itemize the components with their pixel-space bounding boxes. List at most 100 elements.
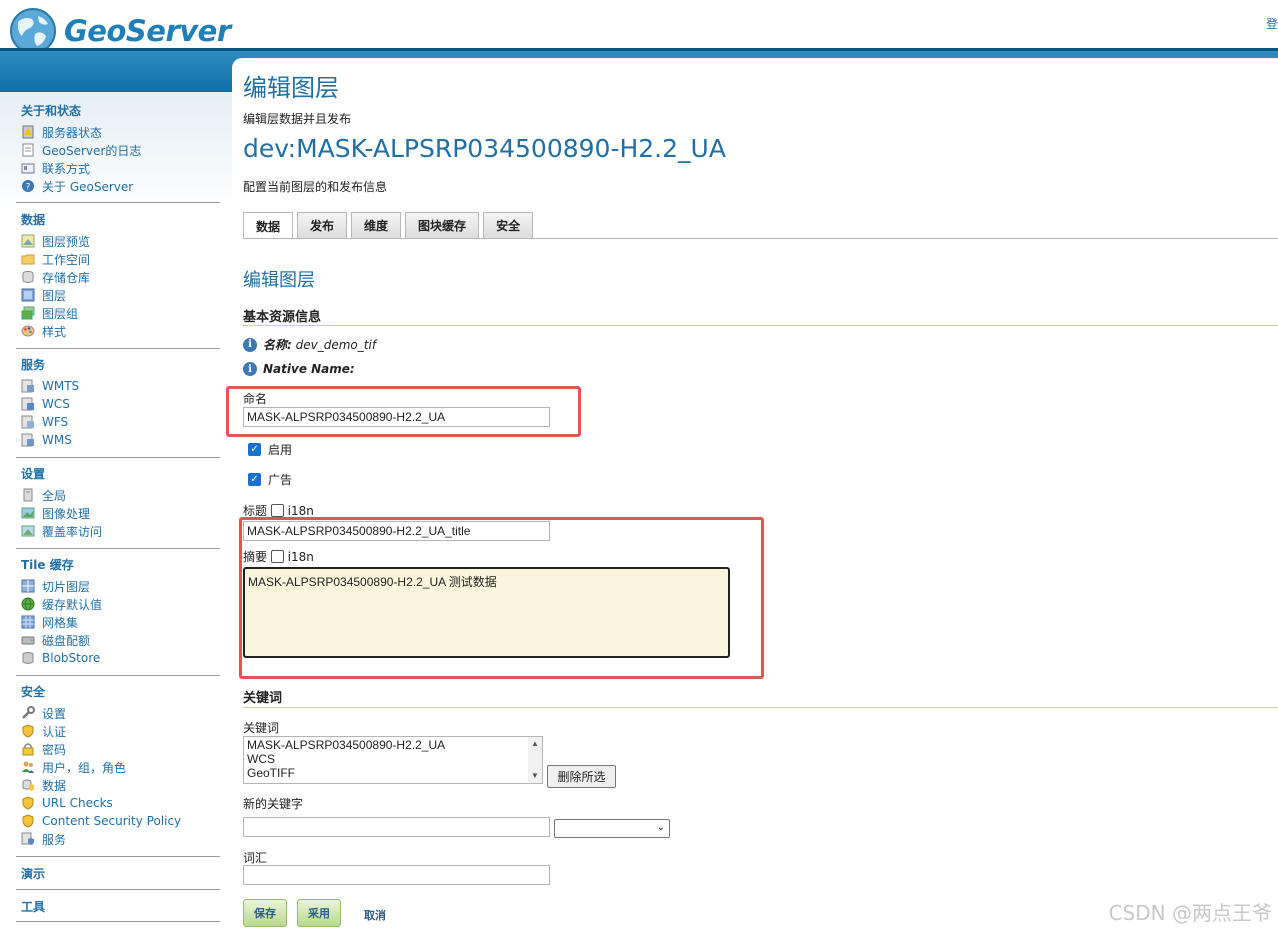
wfs-service-icon bbox=[21, 415, 34, 429]
sidebar-item-stores[interactable]: 存储仓库 bbox=[21, 268, 90, 286]
sidebar-item-layer-preview[interactable]: 图层预览 bbox=[21, 232, 90, 250]
keyword-option[interactable]: MASK-ALPSRP034500890-H2.2_UA bbox=[247, 738, 539, 752]
disk-quota-icon bbox=[21, 636, 35, 645]
info-icon: i bbox=[243, 362, 257, 376]
sidebar-item-coverage-access[interactable]: 覆盖率访问 bbox=[21, 522, 102, 540]
new-keyword-label: 新的关键字 bbox=[243, 797, 304, 811]
native-name-row: i Native Name: bbox=[243, 362, 355, 376]
advertised-label: 广告 bbox=[268, 473, 293, 487]
section-divider bbox=[243, 325, 1278, 326]
sidebar-section-demos[interactable]: 演示 bbox=[21, 865, 45, 882]
sidebar-item-layers[interactable]: 图层 bbox=[21, 286, 66, 304]
keyword-language-select[interactable]: ⌄ bbox=[554, 819, 670, 838]
sidebar-section-services: 服务 bbox=[21, 358, 46, 372]
keywords-scrollbar[interactable]: ▲ ▼ bbox=[528, 737, 542, 783]
sidebar-item-cache-defaults[interactable]: 缓存默认值 bbox=[21, 595, 102, 613]
new-keyword-input[interactable] bbox=[243, 817, 550, 837]
sidebar-item-image-processing[interactable]: 图像处理 bbox=[21, 504, 90, 522]
workspace-folder-icon bbox=[21, 254, 35, 265]
title-i18n-checkbox[interactable] bbox=[270, 504, 284, 517]
gridset-icon bbox=[21, 615, 35, 629]
global-settings-icon bbox=[23, 488, 33, 502]
advertised-row: ✓ 广告 bbox=[248, 471, 292, 488]
sidebar-item-disk-quota[interactable]: 磁盘配额 bbox=[21, 631, 90, 649]
vocabulary-input[interactable] bbox=[243, 865, 550, 885]
enabled-row: ✓ 启用 bbox=[248, 441, 292, 458]
wms-service-icon bbox=[21, 433, 34, 447]
advertised-checkbox[interactable]: ✓ bbox=[248, 473, 261, 486]
sidebar-section-tools[interactable]: 工具 bbox=[21, 898, 45, 915]
edit-layer-heading: 编辑图层 bbox=[243, 270, 315, 291]
keyword-option[interactable]: WCS bbox=[247, 752, 539, 766]
users-groups-icon bbox=[22, 761, 34, 773]
log-file-icon bbox=[22, 143, 34, 157]
sidebar-item-logs[interactable]: GeoServer的日志 bbox=[21, 141, 141, 159]
sidebar-item-content-security-policy[interactable]: Content Security Policy bbox=[21, 812, 181, 830]
sidebar-item-server-status[interactable]: 服务器状态 bbox=[21, 123, 102, 141]
cancel-link[interactable]: 取消 bbox=[364, 907, 386, 923]
sidebar-section-tile-cache: Tile 缓存 bbox=[21, 558, 74, 572]
layer-group-icon bbox=[21, 306, 35, 320]
keywords-listbox[interactable]: MASK-ALPSRP034500890-H2.2_UA WCS GeoTIFF… bbox=[243, 736, 543, 784]
sidebar-divider bbox=[16, 548, 220, 549]
keywords-label: 关键词 bbox=[243, 721, 280, 735]
sidebar-section-about: 关于和状态 bbox=[21, 104, 82, 118]
sidebar-item-url-checks[interactable]: URL Checks bbox=[21, 794, 113, 812]
tab-data[interactable]: 数据 bbox=[243, 212, 294, 239]
sidebar-item-passwords[interactable]: 密码 bbox=[21, 740, 66, 758]
sidebar-item-wms[interactable]: WMS bbox=[21, 431, 72, 449]
sidebar-item-service-security[interactable]: 服务 bbox=[21, 830, 66, 848]
sidebar-item-wmts[interactable]: WMTS bbox=[21, 377, 79, 395]
section-divider bbox=[243, 707, 1278, 708]
sidebar-item-wcs[interactable]: WCS bbox=[21, 395, 70, 413]
sidebar-divider bbox=[16, 921, 220, 922]
sidebar-item-layer-groups[interactable]: 图层组 bbox=[21, 304, 78, 322]
server-status-icon bbox=[22, 125, 34, 139]
svg-text:?: ? bbox=[26, 183, 31, 193]
wmts-service-icon bbox=[21, 379, 34, 393]
sidebar-item-workspaces[interactable]: 工作空间 bbox=[21, 250, 90, 268]
remove-selected-button[interactable]: 删除所选 bbox=[547, 765, 616, 788]
sidebar-item-wfs[interactable]: WFS bbox=[21, 413, 68, 431]
sidebar-item-gridsets[interactable]: 网格集 bbox=[21, 613, 78, 631]
sidebar-item-users-groups-roles[interactable]: 用户，组，角色 bbox=[21, 758, 126, 776]
sidebar-item-authentication[interactable]: 认证 bbox=[21, 722, 66, 740]
sidebar-item-about[interactable]: ? 关于 GeoServer bbox=[21, 177, 133, 195]
sidebar-item-contact[interactable]: 联系方式 bbox=[21, 159, 90, 177]
sidebar-item-blobstore[interactable]: BlobStore bbox=[21, 649, 100, 667]
chevron-down-icon: ⌄ bbox=[656, 822, 665, 833]
tab-publishing[interactable]: 发布 bbox=[297, 212, 348, 238]
service-security-icon bbox=[21, 832, 34, 845]
save-button[interactable]: 保存 bbox=[243, 899, 287, 927]
cache-defaults-globe-icon bbox=[21, 597, 35, 611]
sidebar-item-styles[interactable]: 样式 bbox=[21, 322, 66, 340]
contact-card-icon bbox=[21, 163, 35, 174]
tab-tile-caching[interactable]: 图块缓存 bbox=[405, 212, 480, 238]
tab-security[interactable]: 安全 bbox=[483, 212, 534, 238]
tab-dimensions[interactable]: 维度 bbox=[351, 212, 402, 238]
layer-icon bbox=[21, 288, 35, 302]
info-icon: i bbox=[243, 337, 257, 352]
highlight-box-naming bbox=[226, 386, 581, 437]
sidebar-item-global[interactable]: 全局 bbox=[21, 486, 66, 504]
sidebar-item-tile-layers[interactable]: 切片图层 bbox=[21, 577, 90, 595]
sidebar-section-settings: 设置 bbox=[21, 467, 46, 481]
scroll-up-arrow-icon[interactable]: ▲ bbox=[531, 739, 539, 748]
layer-name-heading: dev:MASK-ALPSRP034500890-H2.2_UA bbox=[243, 134, 726, 163]
data-security-icon bbox=[22, 779, 34, 791]
sidebar-item-security-settings[interactable]: 设置 bbox=[21, 704, 66, 722]
keywords-heading: 关键词 bbox=[243, 691, 283, 706]
basic-info-heading: 基本资源信息 bbox=[243, 310, 322, 325]
sidebar-divider bbox=[16, 348, 220, 349]
vocabulary-label: 词汇 bbox=[243, 851, 268, 865]
layer-preview-icon bbox=[21, 234, 35, 248]
page-title: 编辑图层 bbox=[243, 74, 339, 102]
keyword-option[interactable]: GeoTIFF bbox=[247, 766, 539, 780]
security-settings-wrench-icon bbox=[22, 706, 35, 719]
apply-button[interactable]: 采用 bbox=[297, 899, 341, 927]
login-link[interactable]: 登 bbox=[1266, 15, 1278, 32]
sidebar-item-data-security[interactable]: 数据 bbox=[21, 776, 66, 794]
coverage-access-icon bbox=[21, 525, 35, 537]
scroll-down-arrow-icon[interactable]: ▼ bbox=[531, 771, 539, 780]
enabled-checkbox[interactable]: ✓ bbox=[248, 443, 261, 456]
